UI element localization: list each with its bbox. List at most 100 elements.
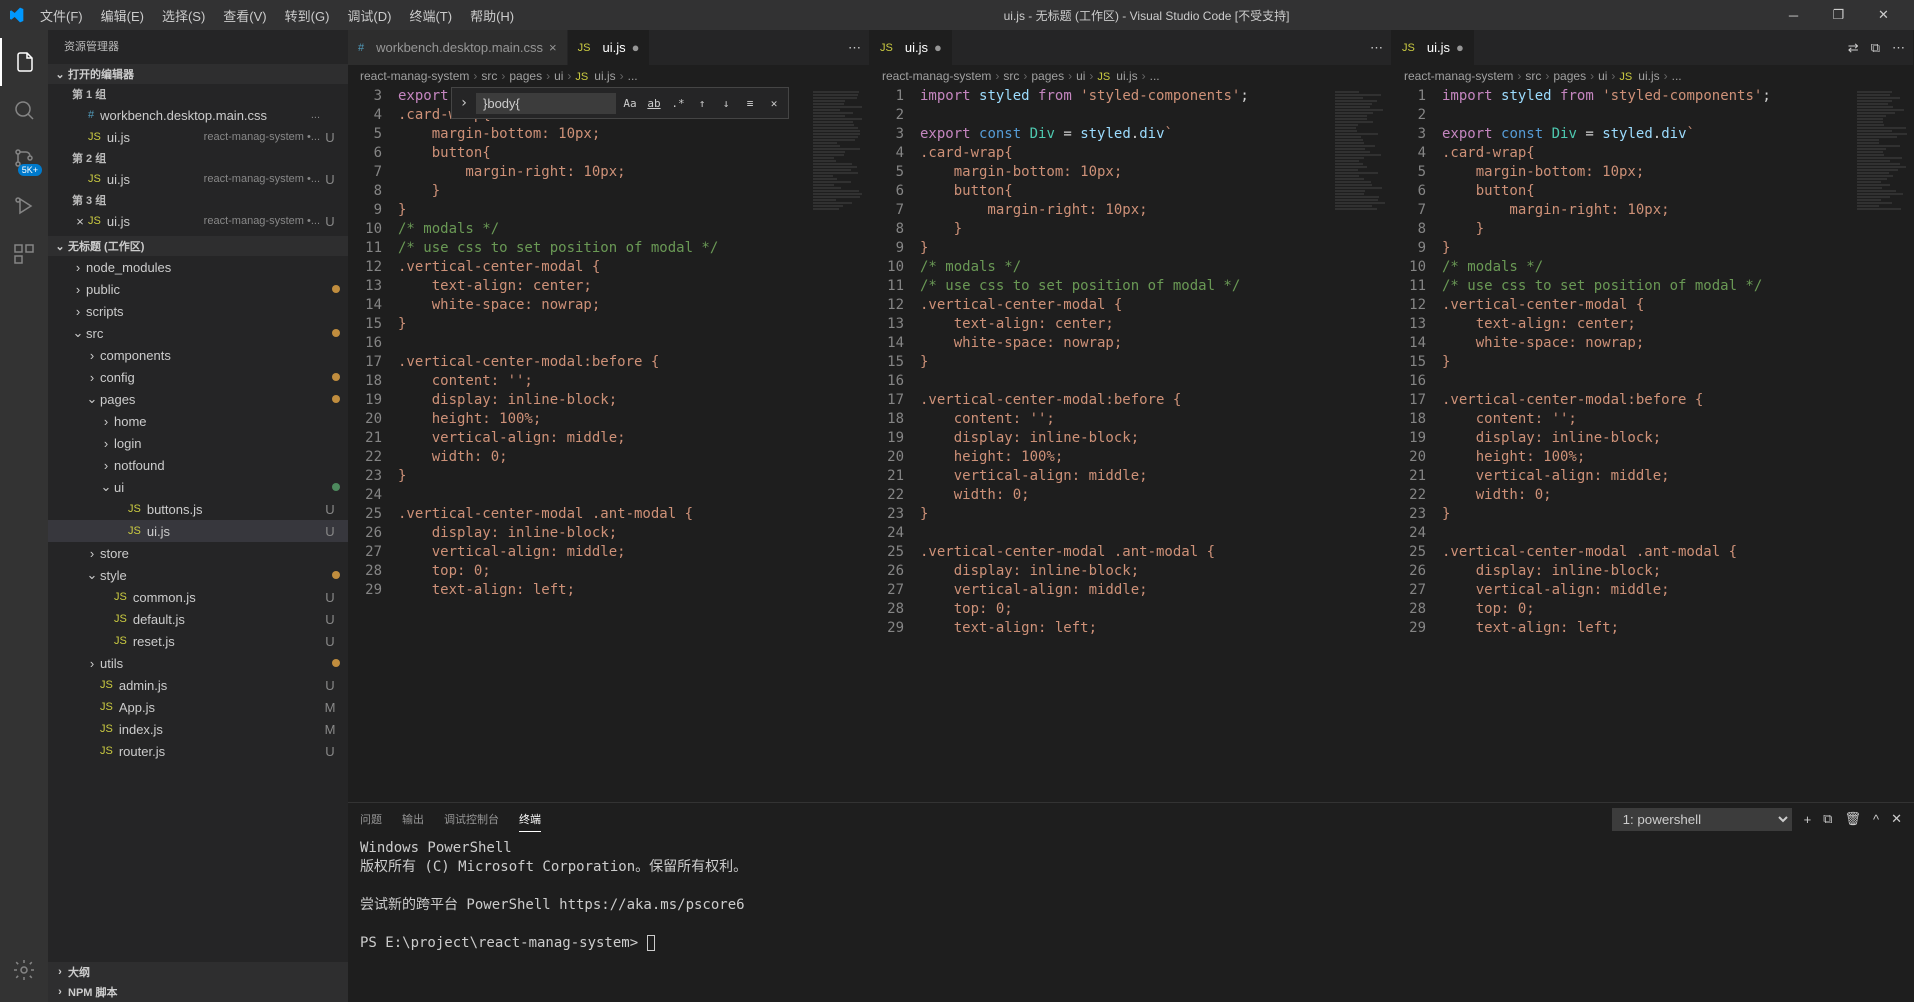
breadcrumb-item[interactable]: react-manag-system (1404, 69, 1513, 83)
breadcrumb-item[interactable]: pages (1031, 69, 1064, 83)
tab-close-icon[interactable]: × (549, 40, 557, 55)
outline-header[interactable]: ›大纲 (48, 962, 348, 982)
code-content[interactable]: export const Div = styled.div`.card-wrap… (398, 87, 809, 802)
breadcrumb-item[interactable]: ui (1598, 69, 1607, 83)
code-content[interactable]: import styled from 'styled-components'; … (1442, 87, 1853, 802)
npm-header[interactable]: ›NPM 脚本 (48, 982, 348, 1002)
folder-item[interactable]: ›home (48, 410, 348, 432)
editor-tab[interactable]: JSui.js● (568, 30, 651, 65)
folder-item[interactable]: ›public (48, 278, 348, 300)
folder-item[interactable]: ⌄style (48, 564, 348, 586)
close-panel-icon[interactable]: ✕ (1891, 811, 1902, 827)
more-icon[interactable]: ⋯ (1370, 40, 1383, 56)
close-button[interactable]: ✕ (1861, 0, 1906, 30)
explorer-icon[interactable] (0, 38, 48, 86)
kill-terminal-icon[interactable]: 🗑 (1844, 811, 1861, 827)
menu-item[interactable]: 转到(G) (277, 2, 338, 29)
file-item[interactable]: JSindex.jsM (48, 718, 348, 740)
file-item[interactable]: JSbuttons.jsU (48, 498, 348, 520)
tab-close-icon[interactable]: ● (1456, 40, 1464, 55)
menu-item[interactable]: 终端(T) (401, 2, 460, 29)
regex-icon[interactable]: .* (668, 93, 688, 113)
folder-item[interactable]: ›scripts (48, 300, 348, 322)
terminal-select[interactable]: 1: powershell (1612, 808, 1792, 831)
minimap[interactable] (809, 87, 869, 802)
tab-close-icon[interactable]: ● (934, 40, 942, 55)
menu-item[interactable]: 选择(S) (154, 2, 213, 29)
find-input[interactable] (476, 93, 616, 114)
maximize-button[interactable]: ❐ (1816, 0, 1861, 30)
breadcrumb[interactable]: react-manag-system›src›pages›ui›JSui.js›… (348, 65, 869, 87)
breadcrumb-item[interactable]: pages (1553, 69, 1586, 83)
minimap[interactable] (1331, 87, 1391, 802)
breadcrumb-item[interactable]: react-manag-system (882, 69, 991, 83)
split-terminal-icon[interactable]: ⧉ (1823, 811, 1832, 827)
split-editor-icon[interactable]: ⧉ (1871, 40, 1880, 56)
folder-item[interactable]: ⌄ui (48, 476, 348, 498)
code-editor[interactable]: 1234567891011121314151617181920212223242… (1392, 87, 1913, 802)
file-item[interactable]: JScommon.jsU (48, 586, 348, 608)
terminal-output[interactable]: Windows PowerShell版权所有 (C) Microsoft Cor… (348, 835, 1914, 1002)
file-item[interactable]: JSui.jsU (48, 520, 348, 542)
file-item[interactable]: JSApp.jsM (48, 696, 348, 718)
panel-tab[interactable]: 问题 (360, 807, 382, 832)
search-icon[interactable] (0, 86, 48, 134)
source-control-icon[interactable]: 5K+ (0, 134, 48, 182)
editor-tab[interactable]: #workbench.desktop.main.css× (348, 30, 568, 65)
code-content[interactable]: import styled from 'styled-components'; … (920, 87, 1331, 802)
open-editor-item[interactable]: #workbench.desktop.main.css... (48, 104, 348, 126)
close-icon[interactable]: × (72, 214, 88, 229)
code-editor[interactable]: 1234567891011121314151617181920212223242… (870, 87, 1391, 802)
folder-item[interactable]: ⌄pages (48, 388, 348, 410)
folder-item[interactable]: ›store (48, 542, 348, 564)
find-expand-icon[interactable]: › (456, 94, 472, 113)
menu-item[interactable]: 查看(V) (215, 2, 274, 29)
settings-icon[interactable] (0, 946, 48, 994)
file-item[interactable]: JSadmin.jsU (48, 674, 348, 696)
new-terminal-icon[interactable]: + (1804, 812, 1812, 827)
open-editor-item[interactable]: JSui.jsreact-manag-system •...U (48, 126, 348, 148)
match-word-icon[interactable]: ab (644, 93, 664, 113)
file-item[interactable]: JSrouter.jsU (48, 740, 348, 762)
breadcrumb-item[interactable]: src (1003, 69, 1019, 83)
menu-item[interactable]: 编辑(E) (93, 2, 152, 29)
minimap[interactable] (1853, 87, 1913, 802)
breadcrumb-item[interactable]: ... (628, 69, 638, 83)
debug-icon[interactable] (0, 182, 48, 230)
breadcrumb-item[interactable]: JSui.js (575, 69, 615, 83)
folder-item[interactable]: ⌄src (48, 322, 348, 344)
breadcrumb-item[interactable]: JSui.js (1619, 69, 1659, 83)
tab-close-icon[interactable]: ● (632, 40, 640, 55)
open-editors-header[interactable]: ⌄打开的编辑器 (48, 64, 348, 84)
breadcrumb-item[interactable]: react-manag-system (360, 69, 469, 83)
folder-item[interactable]: ›components (48, 344, 348, 366)
file-item[interactable]: JSdefault.jsU (48, 608, 348, 630)
more-icon[interactable]: ⋯ (1892, 40, 1905, 56)
open-editor-item[interactable]: JSui.jsreact-manag-system •...U (48, 168, 348, 190)
breadcrumb-item[interactable]: ui (554, 69, 563, 83)
menu-item[interactable]: 调试(D) (339, 2, 399, 29)
menu-item[interactable]: 文件(F) (32, 2, 91, 29)
more-icon[interactable]: ⋯ (848, 40, 861, 56)
find-selection-icon[interactable]: ≡ (740, 93, 760, 113)
panel-tab[interactable]: 调试控制台 (444, 807, 499, 832)
maximize-panel-icon[interactable]: ^ (1873, 812, 1879, 827)
breadcrumb-item[interactable]: pages (509, 69, 542, 83)
compare-icon[interactable]: ⇄ (1848, 40, 1859, 56)
breadcrumb-item[interactable]: ... (1150, 69, 1160, 83)
minimize-button[interactable]: ─ (1771, 0, 1816, 30)
extensions-icon[interactable] (0, 230, 48, 278)
workspace-header[interactable]: ⌄无标题 (工作区) (48, 236, 348, 256)
menu-item[interactable]: 帮助(H) (462, 2, 522, 29)
folder-item[interactable]: ›config (48, 366, 348, 388)
next-match-icon[interactable]: ↓ (716, 93, 736, 113)
folder-item[interactable]: ›utils (48, 652, 348, 674)
breadcrumb[interactable]: react-manag-system›src›pages›ui›JSui.js›… (870, 65, 1391, 87)
breadcrumb-item[interactable]: ui (1076, 69, 1085, 83)
match-case-icon[interactable]: Aa (620, 93, 640, 113)
editor-tab[interactable]: JSui.js● (1392, 30, 1475, 65)
panel-tab[interactable]: 终端 (519, 807, 541, 832)
open-editor-item[interactable]: ×JSui.jsreact-manag-system •...U (48, 210, 348, 232)
breadcrumb[interactable]: react-manag-system›src›pages›ui›JSui.js›… (1392, 65, 1913, 87)
folder-item[interactable]: ›node_modules (48, 256, 348, 278)
